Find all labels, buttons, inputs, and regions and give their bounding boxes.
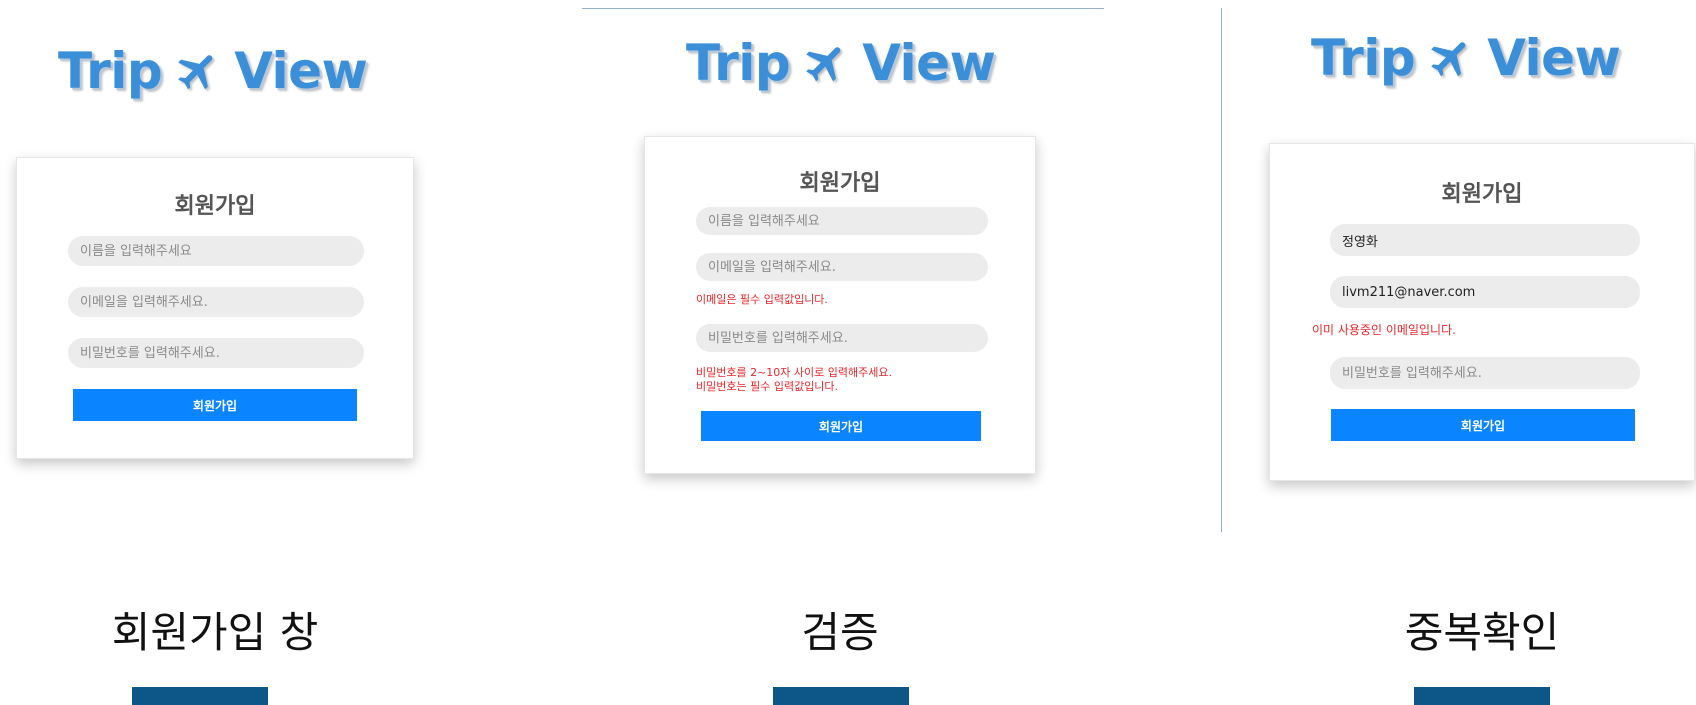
vertical-divider-line [1221,8,1222,532]
logo-text-view: View [234,42,368,100]
bottom-bar [773,687,909,705]
logo-text-trip: Trip [686,34,791,92]
signup-title: 회원가입 [1441,182,1523,207]
logo-text-trip: Trip [58,42,163,100]
password-field[interactable] [696,324,988,352]
logo-text-view: View [1487,29,1621,87]
airplane-icon [806,47,841,82]
logo-text-trip: Trip [1311,29,1416,87]
signup-title: 회원가입 [799,171,881,196]
name-field[interactable] [696,207,988,235]
signup-card: 회원가입 이메일은 필수 입력값입니다. 비밀번호를 2~10자 사이로 입력해… [644,136,1036,474]
name-field[interactable] [1330,224,1640,256]
bottom-bar [132,687,268,705]
signup-card: 회원가입 회원가입 [16,157,414,459]
top-divider-line [582,8,1104,9]
signup-card: 회원가입 이미 사용중인 이메일입니다. 회원가입 [1269,143,1695,481]
email-field[interactable] [696,253,988,281]
panel-caption: 중복확인 [1404,608,1560,657]
signup-button[interactable]: 회원가입 [1331,409,1635,441]
signup-button[interactable]: 회원가입 [73,389,357,421]
panel-caption: 검증 [801,608,879,657]
logo-text-view: View [862,34,996,92]
signup-title: 회원가입 [174,194,256,219]
password-field[interactable] [68,338,364,368]
email-field[interactable] [68,287,364,317]
logo: Trip View [686,34,996,92]
password-error-text: 비밀번호를 2~10자 사이로 입력해주세요. [696,366,892,379]
name-field[interactable] [68,236,364,266]
signup-button[interactable]: 회원가입 [701,411,981,441]
password-required-error-text: 비밀번호는 필수 입력값입니다. [696,380,839,393]
panel-caption: 회원가입 창 [111,608,319,657]
logo: Trip View [1311,29,1621,87]
airplane-icon [178,55,213,90]
airplane-icon [1431,42,1466,77]
logo: Trip View [58,42,368,100]
email-error-text: 이메일은 필수 입력값입니다. [696,293,828,306]
email-duplicate-error-text: 이미 사용중인 이메일입니다. [1312,323,1456,337]
password-field[interactable] [1330,357,1640,389]
email-field[interactable] [1330,276,1640,308]
bottom-bar [1414,687,1550,705]
